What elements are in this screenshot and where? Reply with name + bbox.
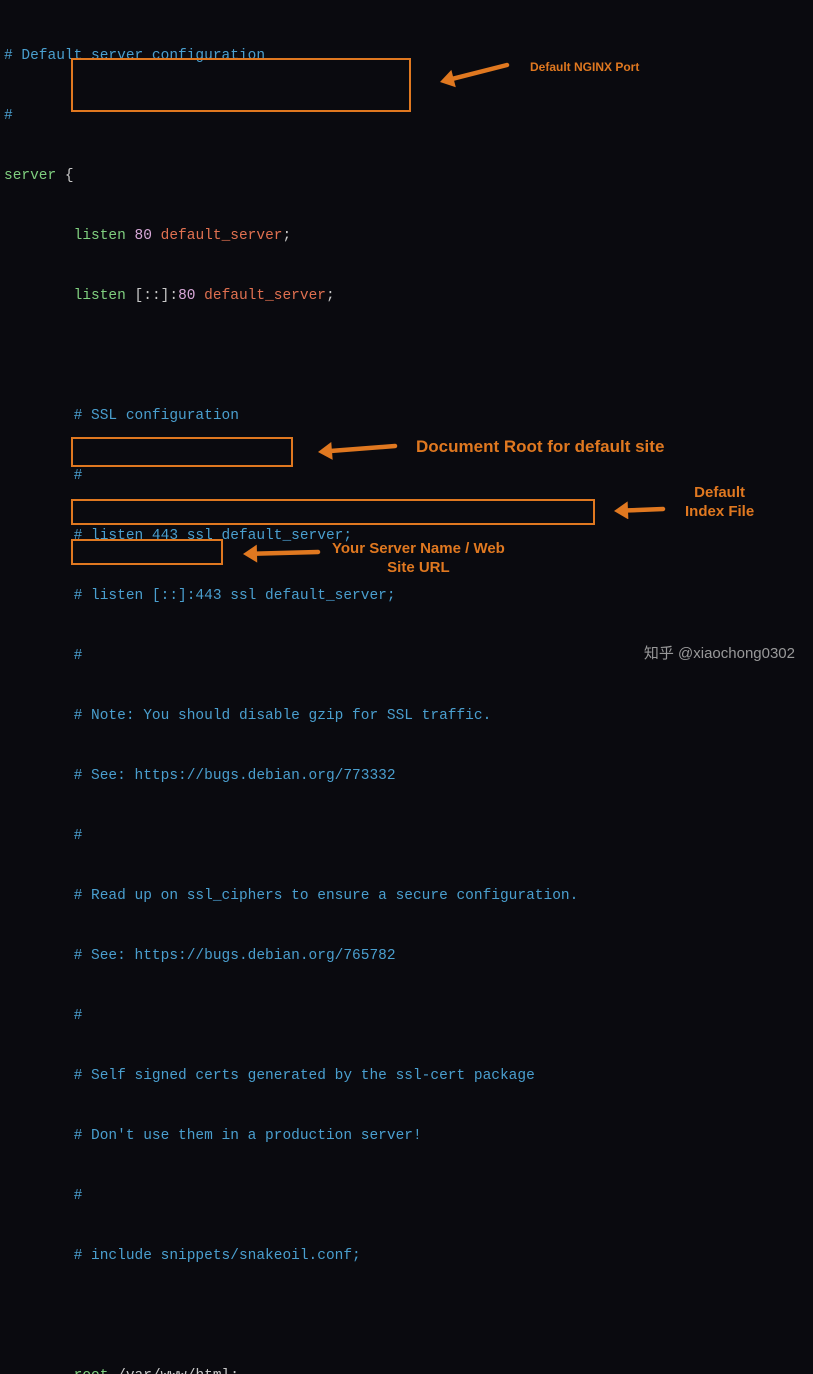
code-line: # xyxy=(4,466,809,486)
code-line: # xyxy=(4,106,809,126)
code-line: # Don't use them in a production server! xyxy=(4,1126,809,1146)
code-line: listen 80 default_server; xyxy=(4,226,809,246)
code-line: # Default server configuration xyxy=(4,46,809,66)
code-line: # See: https://bugs.debian.org/765782 xyxy=(4,946,809,966)
code-line: # Read up on ssl_ciphers to ensure a sec… xyxy=(4,886,809,906)
watermark-label: 知乎 @xiaochong0302 xyxy=(644,644,795,665)
code-line: root /var/www/html; xyxy=(4,1366,809,1374)
code-line: # Self signed certs generated by the ssl… xyxy=(4,1066,809,1086)
annotation-index-label: Default Index File xyxy=(685,484,754,522)
code-line xyxy=(4,1306,809,1326)
code-line: # SSL configuration xyxy=(4,406,809,426)
code-line: # Note: You should disable gzip for SSL … xyxy=(4,706,809,726)
code-line: # xyxy=(4,1186,809,1206)
code-line: # xyxy=(4,826,809,846)
annotation-root-label: Document Root for default site xyxy=(416,436,664,457)
code-line: # listen [::]:443 ssl default_server; xyxy=(4,586,809,606)
code-line: # include snippets/snakeoil.conf; xyxy=(4,1246,809,1266)
code-line: # xyxy=(4,1006,809,1026)
code-editor: # Default server configuration # server … xyxy=(4,6,809,1374)
annotation-port-label: Default NGINX Port xyxy=(530,60,639,75)
code-line xyxy=(4,346,809,366)
code-line: listen [::]:80 default_server; xyxy=(4,286,809,306)
code-line: server { xyxy=(4,166,809,186)
annotation-server-label: Your Server Name / Web Site URL xyxy=(332,540,505,578)
code-line: # See: https://bugs.debian.org/773332 xyxy=(4,766,809,786)
